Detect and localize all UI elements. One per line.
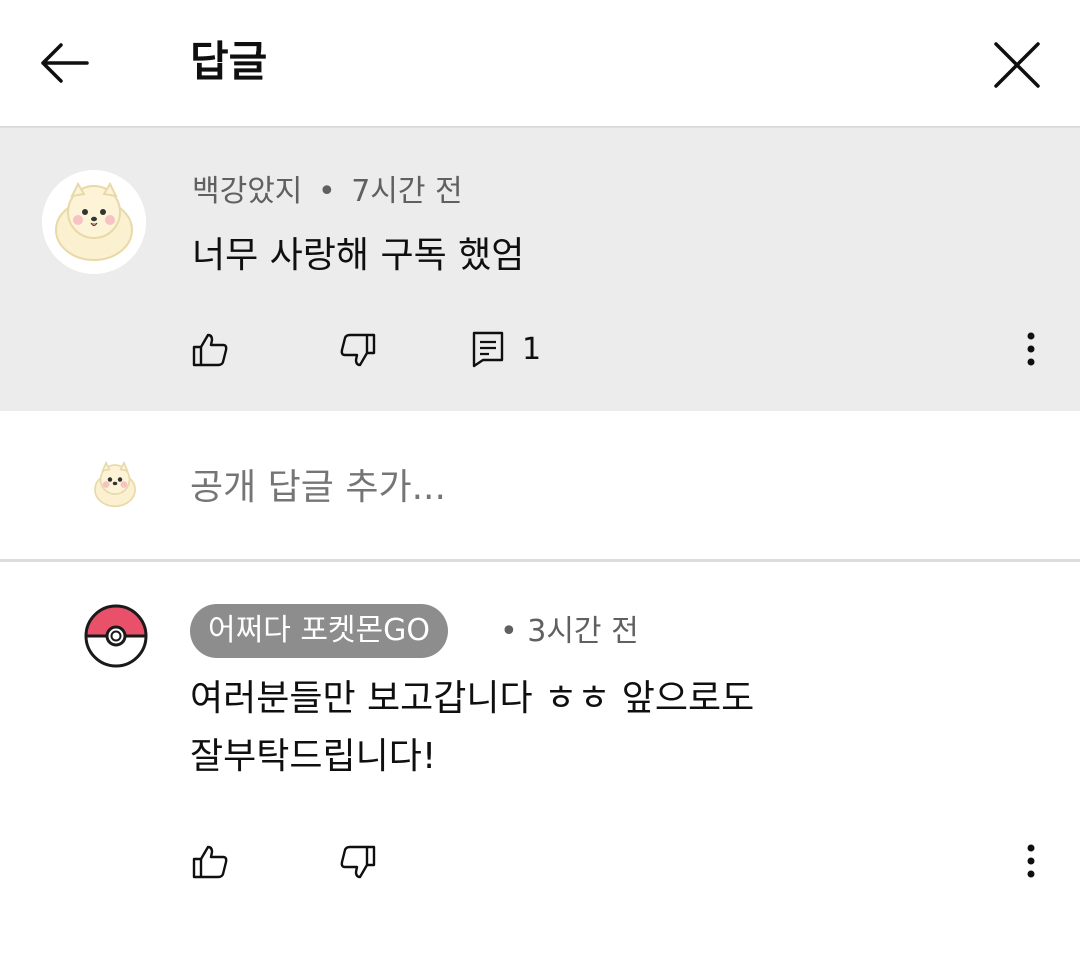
reply-text: 여러분들만 보고갑니다 ㅎㅎ 앞으로도 잘부탁드립니다! xyxy=(190,670,950,786)
separator-dot: • xyxy=(317,174,336,209)
comment-text: 너무 사랑해 구독 했엄 xyxy=(192,235,525,276)
timestamp: 3시간 전 xyxy=(527,614,639,649)
more-vert-icon xyxy=(1027,332,1035,366)
dislike-button[interactable] xyxy=(336,330,380,370)
close-button[interactable] xyxy=(990,38,1044,92)
reply-meta: • 3시간 전 xyxy=(500,610,639,654)
current-user-avatar xyxy=(86,455,144,513)
back-button[interactable] xyxy=(36,38,92,88)
author-name[interactable]: 백강았지 xyxy=(192,174,302,209)
thumbs-down-icon xyxy=(340,333,376,367)
like-button[interactable] xyxy=(188,842,232,882)
section-divider xyxy=(0,559,1080,562)
header: 답글 xyxy=(0,0,1080,128)
more-options-button[interactable] xyxy=(1016,328,1046,370)
thumbs-down-icon xyxy=(340,845,376,879)
page-title: 답글 xyxy=(190,37,268,86)
dislike-button[interactable] xyxy=(336,842,380,882)
timestamp: 7시간 전 xyxy=(351,174,463,209)
comment-meta: 백강았지 • 7시간 전 xyxy=(192,170,463,214)
author-chip[interactable]: 어쩌다 포켓몬GO xyxy=(190,604,448,658)
reply-count: 1 xyxy=(522,332,542,367)
comment-icon xyxy=(472,331,504,368)
pomeranian-avatar-icon xyxy=(42,170,146,274)
avatar[interactable] xyxy=(42,170,146,274)
pokeball-avatar-icon xyxy=(84,604,148,668)
more-options-button[interactable] xyxy=(1016,840,1046,882)
pomeranian-avatar-icon xyxy=(86,455,144,513)
like-button[interactable] xyxy=(188,330,232,370)
thumbs-up-icon xyxy=(192,333,228,367)
thumbs-up-icon xyxy=(192,845,228,879)
reply-text-line: 여러분들만 보고갑니다 ㅎㅎ 앞으로도 xyxy=(190,678,755,719)
reply-button[interactable] xyxy=(468,328,508,370)
arrow-left-icon xyxy=(41,43,89,83)
reply-text-line: 잘부탁드립니다! xyxy=(190,736,437,777)
close-icon xyxy=(994,42,1040,88)
separator-dot: • xyxy=(500,614,518,649)
more-vert-icon xyxy=(1027,844,1035,878)
reply-avatar[interactable] xyxy=(84,604,148,668)
add-reply-input[interactable] xyxy=(190,462,1010,514)
